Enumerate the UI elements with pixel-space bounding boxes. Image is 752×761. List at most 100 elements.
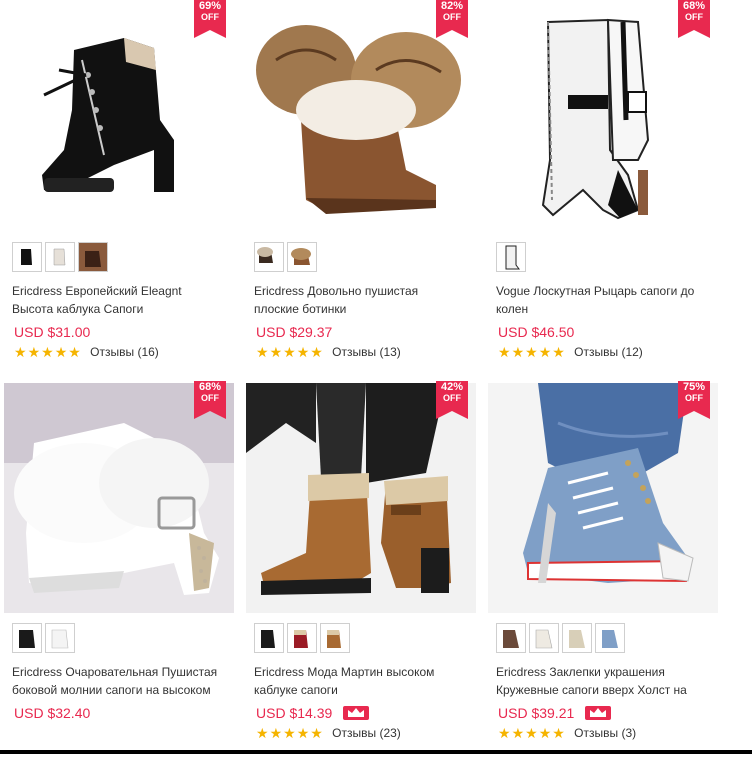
off-label: OFF bbox=[443, 12, 461, 22]
off-label: OFF bbox=[201, 12, 219, 22]
price-row: USD $31.00 bbox=[14, 323, 90, 341]
product-card[interactable]: 75% OFF Ericdress Заклепки украшения Кру… bbox=[484, 381, 726, 761]
price-row: USD $32.40 bbox=[14, 704, 90, 722]
discount-badge: 42% OFF bbox=[436, 381, 468, 419]
product-grid: 69% OFF Ericdress Европейский Eleagnt Вы… bbox=[0, 0, 752, 754]
product-card[interactable]: 68% OFF Vogue Лоскутная Рыцарь сапоги до… bbox=[484, 0, 726, 380]
swatch-black[interactable] bbox=[12, 242, 42, 272]
star-icon: ★ bbox=[498, 724, 511, 741]
star-icon: ★ bbox=[310, 724, 323, 741]
swatch-beige[interactable] bbox=[562, 623, 592, 653]
star-icon: ★ bbox=[525, 724, 538, 741]
off-label: OFF bbox=[685, 12, 703, 22]
swatch-white[interactable] bbox=[45, 623, 75, 653]
discount-percent: 75% bbox=[682, 381, 706, 393]
color-swatches bbox=[12, 242, 111, 274]
discount-percent: 69% bbox=[198, 0, 222, 12]
product-price: USD $29.37 bbox=[256, 324, 333, 340]
swatch-brown[interactable] bbox=[287, 242, 317, 272]
product-title[interactable]: Ericdress Очаровательная Пушистая боково… bbox=[12, 663, 222, 699]
star-icon: ★ bbox=[269, 724, 283, 741]
rating: ★★★★★ Отзывы (23) bbox=[256, 725, 401, 741]
price-row: USD $14.39 bbox=[256, 704, 369, 722]
discount-badge: 68% OFF bbox=[678, 0, 710, 38]
discount-badge: 75% OFF bbox=[678, 381, 710, 419]
product-card[interactable]: 42% OFF Ericdress Мода Мартин высоком ка… bbox=[242, 381, 484, 761]
reviews-link[interactable]: Отзывы (3) bbox=[574, 726, 636, 740]
rating: ★★★★★ Отзывы (12) bbox=[498, 344, 643, 360]
swatch-red[interactable] bbox=[287, 623, 317, 653]
star-icon: ★ bbox=[27, 343, 41, 360]
product-title[interactable]: Ericdress Мода Мартин высоком каблуке са… bbox=[254, 663, 464, 699]
star-icon: ★ bbox=[552, 343, 565, 360]
star-icon: ★ bbox=[256, 724, 269, 741]
star-icon: ★ bbox=[296, 724, 310, 741]
off-label: OFF bbox=[443, 393, 461, 403]
off-label: OFF bbox=[201, 393, 219, 403]
star-icon: ★ bbox=[538, 724, 552, 741]
swatch-white[interactable] bbox=[45, 242, 75, 272]
star-icon: ★ bbox=[511, 724, 525, 741]
color-swatches bbox=[496, 623, 628, 655]
swatch-black[interactable] bbox=[12, 623, 42, 653]
star-icon: ★ bbox=[269, 343, 283, 360]
star-icon: ★ bbox=[538, 343, 552, 360]
color-swatches bbox=[12, 623, 78, 655]
swatch-black[interactable] bbox=[254, 623, 284, 653]
star-icon: ★ bbox=[283, 343, 296, 360]
product-card[interactable]: 82% OFF Ericdress Довольно пушистая плос… bbox=[242, 0, 484, 380]
swatch-denim[interactable] bbox=[595, 623, 625, 653]
product-title[interactable]: Ericdress Довольно пушистая плоские боти… bbox=[254, 282, 464, 318]
product-price: USD $32.40 bbox=[14, 705, 91, 721]
color-swatches bbox=[254, 242, 320, 274]
star-icon: ★ bbox=[14, 343, 27, 360]
swatch-white[interactable] bbox=[529, 623, 559, 653]
swatch-brown[interactable] bbox=[320, 623, 350, 653]
product-price: USD $39.21 bbox=[498, 705, 575, 721]
star-icon: ★ bbox=[256, 343, 269, 360]
star-icon: ★ bbox=[54, 343, 68, 360]
product-title[interactable]: Ericdress Заклепки украшения Кружевные с… bbox=[496, 663, 706, 699]
star-icon: ★ bbox=[41, 343, 54, 360]
reviews-link[interactable]: Отзывы (13) bbox=[332, 345, 401, 359]
product-price: USD $46.50 bbox=[498, 324, 575, 340]
star-icon: ★ bbox=[498, 343, 511, 360]
product-card[interactable]: 68% OFF Ericdress Очаровательная Пушиста… bbox=[0, 381, 242, 761]
star-icon: ★ bbox=[283, 724, 296, 741]
discount-percent: 68% bbox=[682, 0, 706, 12]
star-icon: ★ bbox=[310, 343, 323, 360]
reviews-link[interactable]: Отзывы (16) bbox=[90, 345, 159, 359]
rating: ★★★★★ Отзывы (16) bbox=[14, 344, 159, 360]
discount-percent: 42% bbox=[440, 381, 464, 393]
product-title[interactable]: Vogue Лоскутная Рыцарь сапоги до колен bbox=[496, 282, 706, 318]
crown-icon bbox=[584, 706, 611, 720]
reviews-link[interactable]: Отзывы (12) bbox=[574, 345, 643, 359]
star-icon: ★ bbox=[525, 343, 538, 360]
star-icon: ★ bbox=[511, 343, 525, 360]
rating: ★★★★★ Отзывы (13) bbox=[256, 344, 401, 360]
product-price: USD $14.39 bbox=[256, 705, 333, 721]
discount-badge: 69% OFF bbox=[194, 0, 226, 38]
reviews-link[interactable]: Отзывы (23) bbox=[332, 726, 401, 740]
swatch-black[interactable] bbox=[254, 242, 284, 272]
off-label: OFF bbox=[685, 393, 703, 403]
discount-percent: 68% bbox=[198, 381, 222, 393]
color-swatches bbox=[496, 242, 529, 274]
star-icon: ★ bbox=[296, 343, 310, 360]
product-card[interactable]: 69% OFF Ericdress Европейский Eleagnt Вы… bbox=[0, 0, 242, 380]
price-row: USD $29.37 bbox=[256, 323, 332, 341]
star-icon: ★ bbox=[68, 343, 81, 360]
product-title[interactable]: Ericdress Европейский Eleagnt Высота каб… bbox=[12, 282, 222, 318]
swatch-white[interactable] bbox=[496, 242, 526, 272]
swatch-brown[interactable] bbox=[496, 623, 526, 653]
discount-percent: 82% bbox=[440, 0, 464, 12]
price-row: USD $39.21 bbox=[498, 704, 611, 722]
rating: ★★★★★ Отзывы (3) bbox=[498, 725, 636, 741]
discount-badge: 82% OFF bbox=[436, 0, 468, 38]
crown-icon bbox=[342, 706, 369, 720]
star-icon: ★ bbox=[552, 724, 565, 741]
price-row: USD $46.50 bbox=[498, 323, 574, 341]
swatch-brown[interactable] bbox=[78, 242, 108, 272]
color-swatches bbox=[254, 623, 353, 655]
bottom-divider bbox=[0, 750, 752, 754]
